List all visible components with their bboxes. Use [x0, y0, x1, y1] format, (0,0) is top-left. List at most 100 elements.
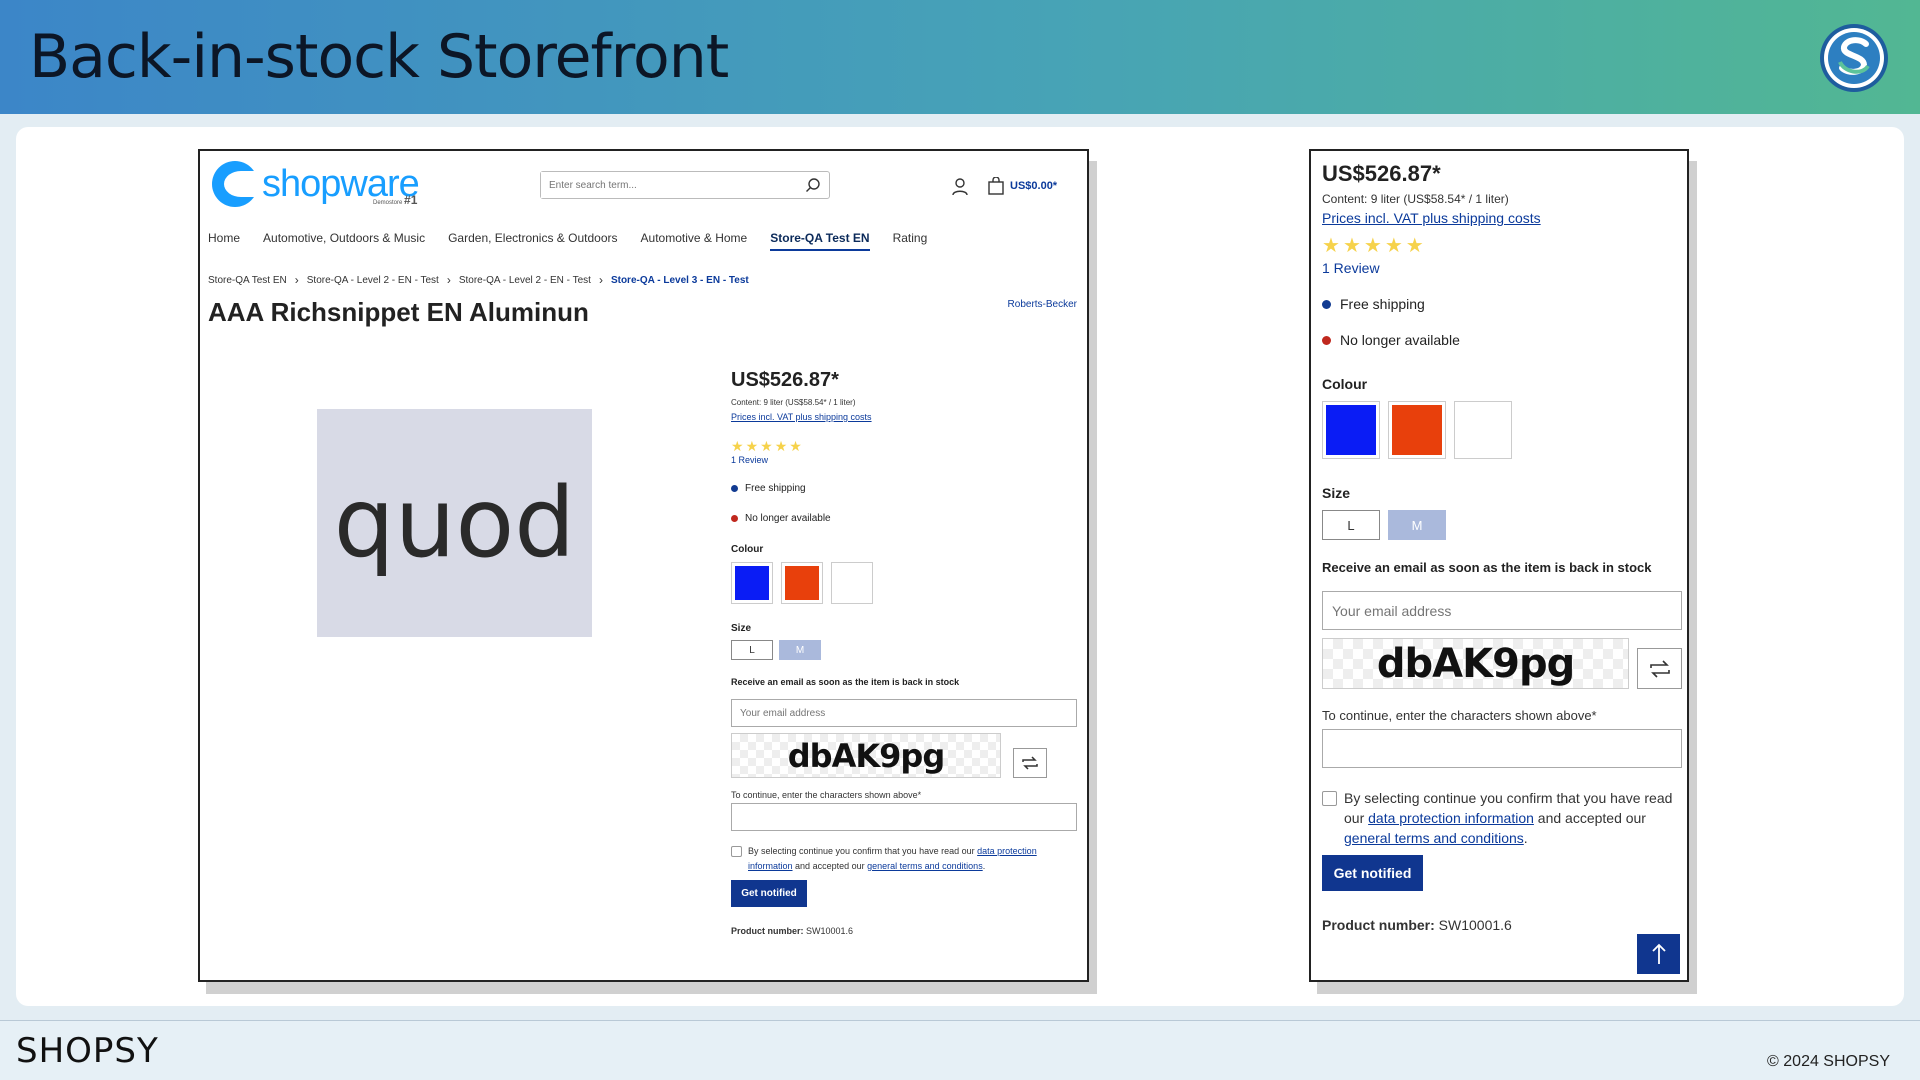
breadcrumb-item[interactable]: Store-QA Test EN: [208, 275, 287, 286]
search-icon[interactable]: [805, 177, 821, 193]
notify-heading: Receive an email as soon as the item is …: [731, 677, 960, 687]
email-field[interactable]: [1323, 592, 1681, 629]
captcha-input[interactable]: [1323, 730, 1681, 767]
vat-link[interactable]: Prices incl. VAT plus shipping costs: [731, 412, 872, 422]
star-icon: ★: [774, 438, 788, 454]
captcha-label: To continue, enter the characters shown …: [731, 790, 922, 800]
nav-store-qa-test[interactable]: Store-QA Test EN: [770, 231, 870, 251]
search-box: [540, 171, 830, 199]
cart-icon[interactable]: [987, 177, 1005, 195]
shipping-text: Free shipping: [745, 483, 806, 494]
user-icon[interactable]: [952, 178, 968, 196]
availability-text: No longer available: [745, 513, 831, 524]
nav-garden-electronics-outdoors[interactable]: Garden, Electronics & Outdoors: [448, 231, 617, 251]
colour-label: Colour: [731, 544, 764, 555]
back-to-top-button[interactable]: [1637, 934, 1680, 974]
terms-middle: and accepted our: [795, 861, 865, 871]
captcha-image: dbAK9pg: [1322, 638, 1630, 689]
product-image[interactable]: quod: [317, 409, 592, 637]
notify-heading: Receive an email as soon as the item is …: [1322, 560, 1652, 575]
product-content: Content: 9 liter (US$58.54* / 1 liter): [1322, 192, 1509, 206]
shipping-dot-icon: [1322, 299, 1331, 309]
size-label: Size: [731, 623, 752, 634]
breadcrumb-separator-icon: ›: [446, 273, 451, 287]
logo-sub-text: Demostore: [373, 200, 403, 206]
product-title: AAA Richsnippet EN Aluminun: [208, 297, 589, 327]
cart-total[interactable]: US$0.00*: [1010, 180, 1057, 192]
star-icon: ★: [1322, 235, 1340, 257]
star-icon: ★: [1342, 235, 1361, 257]
size-option-l[interactable]: L: [731, 640, 773, 660]
shopsy-logo-icon: [1820, 24, 1888, 92]
zoomed-buy-box-screenshot: US$526.87* Content: 9 liter (US$58.54* /…: [1309, 149, 1689, 982]
terms-conditions-link[interactable]: general terms and conditions: [1344, 830, 1524, 846]
product-number: Product number: SW10001.6: [731, 926, 1077, 936]
breadcrumb-item[interactable]: Store-QA - Level 2 - EN - Test: [459, 275, 591, 286]
logo-sub: Demostore #1: [373, 193, 417, 207]
size-options: L M: [1322, 510, 1682, 540]
availability-dot-icon: [731, 515, 738, 522]
slide-title: Back-in-stock Storefront: [29, 22, 729, 92]
rating-stars[interactable]: ★ ★ ★ ★ ★: [1322, 236, 1682, 256]
terms-checkbox[interactable]: [731, 846, 742, 857]
get-notified-button[interactable]: Get notified: [731, 880, 807, 907]
size-options: L M: [731, 640, 1077, 660]
refresh-icon: [1649, 659, 1670, 678]
terms-middle: and accepted our: [1537, 810, 1646, 826]
email-field-wrapper: [731, 699, 1077, 727]
captcha-refresh-button[interactable]: [1637, 648, 1682, 689]
colour-swatch-orange[interactable]: [781, 562, 823, 604]
colour-swatch-white[interactable]: [831, 562, 873, 604]
size-option-m[interactable]: M: [779, 640, 821, 660]
logo-badge: #1: [404, 193, 418, 207]
terms-text: By selecting continue you confirm that y…: [1344, 788, 1682, 848]
review-link[interactable]: 1 Review: [1322, 260, 1682, 276]
shopware-mark-icon: [212, 161, 258, 207]
colour-swatch-white[interactable]: [1454, 401, 1512, 459]
email-field[interactable]: [732, 700, 1076, 726]
review-link[interactable]: 1 Review: [731, 455, 1077, 465]
availability-info: No longer available: [731, 513, 1077, 524]
product-image-text: quod: [333, 467, 576, 579]
terms-suffix: .: [982, 861, 986, 871]
product-number-value: SW10001.6: [806, 926, 854, 936]
arrow-up-icon: [1651, 943, 1666, 964]
copyright: © 2024 SHOPSY: [1767, 1053, 1890, 1070]
size-option-l[interactable]: L: [1322, 510, 1380, 540]
captcha-row: dbAK9pg: [731, 733, 1077, 778]
slide-footer: SHOPSY © 2024 SHOPSY: [0, 1020, 1920, 1080]
product-price: US$526.87*: [1322, 161, 1441, 186]
email-field-wrapper: [1322, 591, 1682, 630]
rating-stars[interactable]: ★ ★ ★ ★ ★: [731, 439, 1077, 453]
captcha-refresh-button[interactable]: [1013, 748, 1047, 778]
nav-home[interactable]: Home: [208, 231, 240, 251]
colour-swatch-blue[interactable]: [731, 562, 773, 604]
data-protection-link[interactable]: data protection information: [1368, 810, 1534, 826]
terms-row: By selecting continue you confirm that y…: [731, 844, 1077, 874]
product-content: Content: 9 liter (US$58.54* / 1 liter): [731, 398, 856, 407]
terms-conditions-link[interactable]: general terms and conditions: [867, 861, 983, 871]
terms-text: By selecting continue you confirm that y…: [748, 844, 1077, 874]
breadcrumb-separator-icon: ›: [294, 273, 299, 287]
breadcrumb-item[interactable]: Store-QA - Level 2 - EN - Test: [307, 275, 439, 286]
product-price: US$526.87*: [731, 369, 839, 391]
breadcrumb-separator-icon: ›: [598, 273, 603, 287]
search-input[interactable]: [541, 172, 791, 198]
get-notified-button[interactable]: Get notified: [1322, 855, 1423, 891]
terms-checkbox[interactable]: [1322, 791, 1337, 806]
nav-automotive-home[interactable]: Automotive & Home: [641, 231, 748, 251]
colour-swatch-orange[interactable]: [1388, 401, 1446, 459]
colour-options: [1322, 401, 1682, 459]
footer-brand: SHOPSY: [16, 1031, 159, 1071]
star-icon: ★: [760, 438, 773, 454]
nav-rating[interactable]: Rating: [893, 231, 928, 251]
colour-swatch-blue[interactable]: [1322, 401, 1380, 459]
shipping-info: Free shipping: [731, 483, 1077, 494]
nav-automotive-outdoors-music[interactable]: Automotive, Outdoors & Music: [263, 231, 425, 251]
breadcrumb-item-current[interactable]: Store-QA - Level 3 - EN - Test: [611, 275, 749, 286]
size-option-m[interactable]: M: [1388, 510, 1446, 540]
captcha-label: To continue, enter the characters shown …: [1322, 708, 1597, 723]
captcha-input[interactable]: [732, 804, 1076, 830]
vat-link[interactable]: Prices incl. VAT plus shipping costs: [1322, 210, 1541, 226]
manufacturer-link[interactable]: Roberts-Becker: [1008, 299, 1077, 310]
